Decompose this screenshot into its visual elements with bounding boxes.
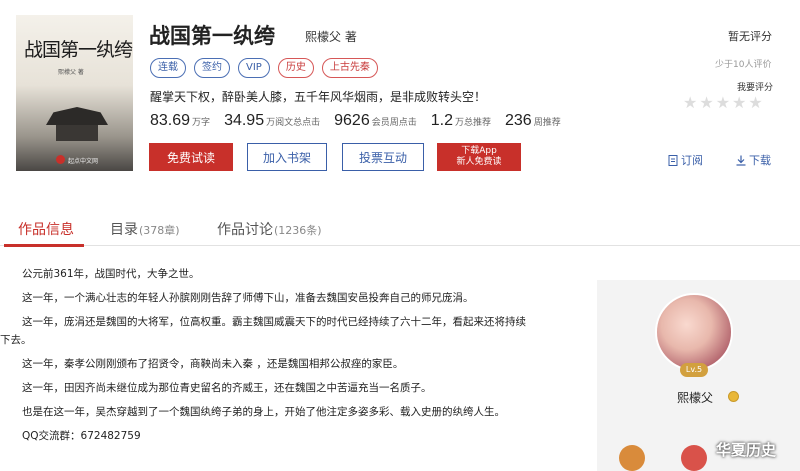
add-to-shelf-button[interactable]: 加入书架 [247,143,327,171]
rating-count: 少于10人评价 [715,60,772,70]
stat-value: 236 [505,112,532,129]
stat-value: 1.2 [430,112,453,129]
tab-work-info[interactable]: 作品信息 [18,219,74,239]
stat-unit: 万字 [192,118,211,128]
description-line: 这一年，田因齐尚未继位成为那位青史留名的齐威王，还在魏国之中苦逼充当一名质子。 [22,382,432,394]
author-level-badge: Lv.5 [680,363,708,377]
cover-author: 熙檬父 著 [58,69,84,76]
vote-button[interactable]: 投票互动 [342,143,424,171]
author-line[interactable]: 熙檬父 著 [305,28,357,45]
star-icon[interactable]: ★ [716,94,730,112]
tab-count: (1236条) [274,224,322,237]
author-name[interactable]: 熙檬父 [677,389,713,406]
book-intro: 醒掌天下权，醉卧美人膝，五千年风华烟雨，是非成败转头空！ [150,90,487,104]
tag-vip: VIP [238,58,270,78]
download-icon [736,155,746,166]
watermark: 华夏历史 [716,441,777,459]
download-app-label: 下载App [461,146,497,156]
cover-title: 战国第一纨绔 [24,39,133,61]
temple-roof-illustration [46,107,108,125]
tab-bar: 作品信息 目录 (378章) 作品讨论 (1236条) [0,208,800,247]
publisher-seal-icon [56,155,65,164]
book-title: 战国第一纨绔 [149,24,275,48]
stat-weekly-recommend: 236 周推荐 [505,112,561,130]
tag-list: 连载 签约 VIP 历史 上古先秦 [150,58,378,78]
tab-count: (378章) [139,224,180,237]
tag-history[interactable]: 历史 [277,58,314,78]
new-user-free-label: 新人免费读 [456,157,502,167]
book-cover[interactable]: 战国第一纨绔 熙檬父 著 起点中文网 [16,15,133,171]
tag-serializing: 连载 [150,58,186,78]
document-icon [668,154,678,166]
active-tab-indicator [4,244,84,247]
author-medal-icon [728,391,739,402]
cover-publisher: 起点中文网 [68,158,99,165]
author-avatar[interactable] [655,293,733,371]
description-line: 这一年，庞涓还是魏国的大将军，位高权重。霸主魏国威震天下的时代已经持续了六十二年… [22,316,526,328]
download-link[interactable]: 下载 [736,152,771,168]
star-icon[interactable]: ★ [732,94,746,112]
stat-unit: 周推荐 [533,118,561,128]
stat-total-clicks: 34.95 万阅文总点击 [224,112,320,130]
stat-value: 34.95 [224,112,265,129]
temple-body-illustration [56,125,98,141]
free-read-button[interactable]: 免费试读 [149,143,233,171]
rating-stars[interactable]: ★ ★ ★ ★ ★ [683,94,763,112]
stat-value: 83.69 [150,112,191,129]
subscribe-label: 订阅 [681,154,703,167]
tag-pre-qin[interactable]: 上古先秦 [321,58,378,78]
stat-unit: 会员周点击 [371,118,417,128]
star-icon[interactable]: ★ [748,94,762,112]
subscribe-link[interactable]: 订阅 [668,152,703,168]
download-app-button[interactable]: 下载App 新人免费读 [437,143,521,171]
star-icon[interactable]: ★ [699,94,713,112]
book-description: 公元前361年，战国时代，大争之世。 这一年，一个满心壮志的年轻人孙膑刚刚告辞了… [0,262,560,448]
stat-unit: 万阅文总点击 [266,118,321,128]
stat-value: 9626 [334,112,370,129]
description-line: 这一年，秦孝公刚刚颁布了招贤令，商鞅尚未入秦 ，还是魏国相邦公叔痤的家臣。 [22,358,404,370]
tag-signed: 签约 [194,58,230,78]
stat-weekly-member-clicks: 9626 会员周点击 [334,112,417,130]
tab-discussion[interactable]: 作品讨论 (1236条) [217,219,322,239]
download-label: 下载 [749,154,771,167]
author-books-icon[interactable] [681,445,707,471]
description-line: 公元前361年，战国时代，大争之世。 [22,268,200,280]
tab-label: 作品讨论 [217,222,273,238]
stat-unit: 万总推荐 [454,118,491,128]
stat-total-recommend: 1.2 万总推荐 [431,112,491,130]
qq-group-line: QQ交流群：672482759 [22,430,141,442]
tab-catalog[interactable]: 目录 (378章) [110,219,180,239]
rate-label: 我要评分 [737,83,774,93]
book-stats: 83.69 万字 34.95 万阅文总点击 9626 会员周点击 1.2 万总推… [150,112,575,130]
rating-status: 暂无评分 [728,30,772,43]
stat-word-count: 83.69 万字 [150,112,210,130]
tab-label: 作品信息 [18,222,74,238]
author-works-icon[interactable] [619,445,645,471]
star-icon[interactable]: ★ [683,94,697,112]
tab-label: 目录 [110,222,138,238]
description-line: 这一年，一个满心壮志的年轻人孙膑刚刚告辞了师傅下山，准备去魏国安邑投奔自己的师兄… [22,292,474,304]
description-line: 也是在这一年，吴杰穿越到了一个魏国纨绔子弟的身上，开始了他注定多姿多彩、载入史册… [22,406,505,418]
